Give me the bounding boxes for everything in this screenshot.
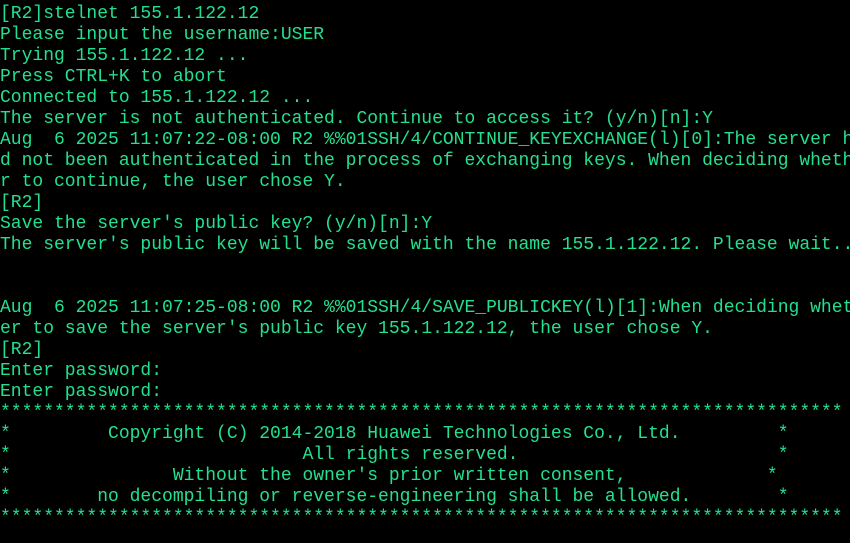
terminal-line-password-prompt: Enter password: — [0, 361, 163, 381]
terminal-line-auth-prompt: The server is not authenticated. Continu… — [0, 109, 713, 129]
terminal-line-log: r to continue, the user chose Y. — [0, 172, 346, 192]
terminal-line-abort-hint: Press CTRL+K to abort — [0, 67, 227, 87]
terminal-line-banner-border: ****************************************… — [0, 508, 843, 528]
terminal-line-save-key-prompt: Save the server's public key? (y/n)[n]:Y — [0, 214, 433, 234]
terminal-line-password-prompt: Enter password: — [0, 382, 163, 402]
terminal-window[interactable]: [R2]stelnet 155.1.122.12 Please input th… — [0, 4, 850, 543]
terminal-line-trying: Trying 155.1.122.12 ... — [0, 46, 249, 66]
terminal-line-log: er to save the server's public key 155.1… — [0, 319, 713, 339]
terminal-line-command: [R2]stelnet 155.1.122.12 — [0, 4, 260, 24]
terminal-line-prompt: [R2] — [0, 340, 44, 360]
terminal-line-save-key-info: The server's public key will be saved wi… — [0, 235, 850, 255]
terminal-line-banner: * no decompiling or reverse-engineering … — [0, 487, 789, 507]
terminal-line-banner-border: ****************************************… — [0, 403, 843, 423]
terminal-line-log: d not been authenticated in the process … — [0, 151, 850, 171]
terminal-line-log: Aug 6 2025 11:07:22-08:00 R2 %%01SSH/4/C… — [0, 130, 850, 150]
terminal-line-connected: Connected to 155.1.122.12 ... — [0, 88, 314, 108]
terminal-line-banner: * Copyright (C) 2014-2018 Huawei Technol… — [0, 424, 789, 444]
terminal-line-banner: * Without the owner's prior written cons… — [0, 466, 778, 486]
terminal-line-username-prompt: Please input the username:USER — [0, 25, 325, 45]
terminal-line-banner: * All rights reserved. * — [0, 445, 789, 465]
terminal-line-prompt: [R2] — [0, 193, 44, 213]
terminal-line-log: Aug 6 2025 11:07:25-08:00 R2 %%01SSH/4/S… — [0, 298, 850, 318]
